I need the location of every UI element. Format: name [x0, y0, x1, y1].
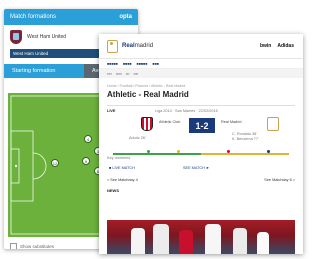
- home-team-name: Athletic Club: [159, 120, 181, 124]
- player-figure: [153, 224, 169, 254]
- timeline-event-icon[interactable]: [267, 150, 270, 153]
- live-badge: LIVE: [107, 109, 116, 113]
- match-meta: Liga 2014 · San Mamés · 22/02/2015: [155, 109, 218, 113]
- prev-matchday-link[interactable]: < See Matchday 4: [107, 178, 138, 182]
- team-name: West Ham United: [27, 34, 67, 40]
- match-summary-box: LIVE Liga 2014 · San Mamés · 22/02/2015 …: [107, 105, 295, 172]
- timeline-label: Key moments: [107, 156, 131, 160]
- away-scorers: C. Ronaldo 38' K. Benzema 77': [232, 132, 259, 142]
- show-substitutes-label: Show substitutes: [20, 244, 55, 249]
- subnav-placeholder[interactable]: ▪▪▪▪: [107, 72, 112, 76]
- player-figure: [257, 232, 269, 254]
- player-marker[interactable]: 9: [82, 157, 90, 165]
- checkbox-icon[interactable]: [10, 243, 17, 249]
- timeline-bar: [113, 153, 289, 155]
- next-matchday-link[interactable]: See Matchday 6 >: [264, 178, 295, 182]
- sub-nav: ▪▪▪▪ ▪▪▪▪▪ ▪▪▪ ▪▪▪▪: [99, 69, 303, 78]
- opta-logo: opta: [119, 14, 132, 20]
- player-figure: [233, 228, 247, 254]
- live-match-link[interactable]: ■ LIVE MATCH: [109, 166, 135, 170]
- nav-placeholder[interactable]: ■■■: [152, 62, 159, 66]
- real-madrid-crest-icon[interactable]: [107, 39, 118, 53]
- opta-header: Match formations opta: [4, 9, 138, 25]
- realmadrid-match-window: Realmadrid bwin Adidas ■■■■■ ■■■■ ■■■■■ …: [99, 34, 303, 254]
- away-team-name: Real Madrid: [221, 120, 242, 124]
- subnav-placeholder[interactable]: ▪▪▪: [126, 72, 130, 76]
- rm-brand[interactable]: Realmadrid: [122, 43, 153, 49]
- subnav-placeholder[interactable]: ▪▪▪▪▪: [116, 72, 122, 76]
- matchday-pager: < See Matchday 4 See Matchday 6 >: [107, 178, 295, 182]
- timeline-event-icon[interactable]: [177, 150, 180, 153]
- player-marker[interactable]: 12: [51, 159, 59, 167]
- score-display: 1-2: [189, 118, 215, 133]
- match-timeline[interactable]: [113, 150, 289, 158]
- sponsor-strip: bwin Adidas: [259, 43, 295, 49]
- team-select-value: West Ham United: [13, 51, 49, 56]
- player-figure: [205, 224, 221, 254]
- news-heading: NEWS: [107, 188, 119, 193]
- timeline-event-icon[interactable]: [227, 150, 230, 153]
- match-photo[interactable]: [107, 220, 295, 254]
- nav-placeholder[interactable]: ■■■■■: [107, 62, 118, 66]
- page-title: Athletic - Real Madrid: [107, 90, 189, 99]
- brand-suffix: madrid: [134, 43, 154, 49]
- show-substitutes-toggle[interactable]: Show substitutes: [10, 243, 54, 249]
- subnav-placeholder[interactable]: ▪▪▪▪: [133, 72, 138, 76]
- player-marker[interactable]: 4: [84, 135, 92, 143]
- see-match-link[interactable]: SEE MATCH ►: [183, 166, 210, 170]
- timeline-event-icon[interactable]: [147, 150, 150, 153]
- brand-prefix: Real: [122, 43, 135, 49]
- real-madrid-small-crest-icon: [267, 117, 279, 131]
- sponsor-logo[interactable]: bwin: [259, 43, 272, 49]
- away-scorer: K. Benzema 77': [232, 137, 259, 141]
- breadcrumb[interactable]: Home / Football / Fixtures / Athletic - …: [99, 78, 303, 88]
- nav-placeholder[interactable]: ■■■■: [123, 62, 132, 66]
- opta-header-title: Match formations: [10, 14, 57, 20]
- player-figure: [131, 228, 145, 254]
- sponsor-logo[interactable]: Adidas: [276, 43, 295, 49]
- athletic-crest-icon: [141, 117, 153, 131]
- west-ham-crest-icon: [10, 30, 22, 44]
- nav-placeholder[interactable]: ■■■■■: [137, 62, 148, 66]
- main-nav: ■■■■■ ■■■■ ■■■■■ ■■■: [99, 59, 303, 69]
- rm-top-bar: Realmadrid bwin Adidas: [99, 34, 303, 59]
- tab-starting-formation[interactable]: Starting formation: [4, 64, 84, 78]
- home-scorers: Aduriz 26': [129, 136, 146, 140]
- player-figure: [179, 230, 193, 254]
